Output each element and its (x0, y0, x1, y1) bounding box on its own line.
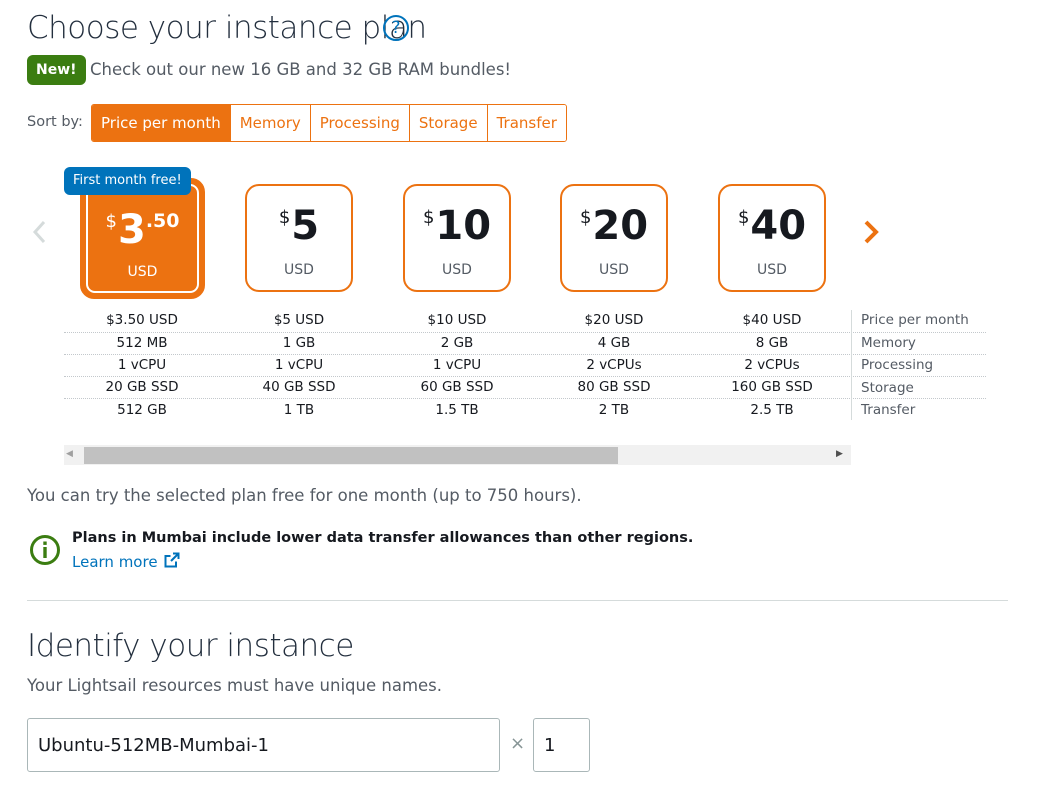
instance-count-input[interactable] (533, 718, 590, 772)
spec-row-divider (64, 398, 986, 399)
scroll-left-arrow-icon[interactable]: ◀ (66, 449, 73, 459)
learn-more-label: Learn more (72, 553, 158, 571)
chevron-left-icon[interactable] (30, 214, 48, 259)
spec-processing: 1 vCPU (117, 357, 167, 373)
sort-transfer-button[interactable]: Transfer (486, 105, 566, 141)
plan-currency: USD (127, 264, 158, 280)
spec-storage: 160 GB SSD (731, 379, 813, 395)
scroll-right-arrow-icon[interactable]: ▶ (836, 449, 843, 459)
price-cents: .50 (145, 210, 180, 232)
spec-storage: 20 GB SSD (105, 379, 179, 395)
plan-currency: USD (757, 262, 787, 278)
spec-storage: 40 GB SSD (262, 379, 336, 395)
section-divider (27, 600, 1008, 601)
spec-processing: 1 vCPU (432, 357, 482, 373)
spec-storage: 60 GB SSD (420, 379, 494, 395)
external-link-icon (164, 552, 180, 572)
spec-price: $10 USD (427, 312, 487, 328)
plan-price: $ 3 .50 (84, 204, 201, 256)
spec-label-processing: Processing (861, 357, 934, 373)
region-alert-text: Plans in Mumbai include lower data trans… (72, 530, 694, 546)
spec-transfer: 2.5 TB (750, 402, 794, 418)
sort-button-group: Price per month Memory Processing Storag… (91, 104, 567, 142)
plan-card-3-50[interactable]: $ 3 .50 USD (80, 178, 205, 299)
spec-price: $5 USD (273, 312, 325, 328)
new-badge: New! (27, 55, 86, 85)
spec-transfer: 1 TB (283, 402, 315, 418)
currency-symbol: $ (278, 207, 291, 228)
plan-card-20[interactable]: $ 20 USD (560, 184, 668, 292)
spec-price: $3.50 USD (106, 312, 178, 328)
plan-card-10[interactable]: $ 10 USD (403, 184, 511, 292)
plan-currency: USD (284, 262, 314, 278)
multiply-icon: × (510, 733, 526, 754)
price-amount: 3 (117, 207, 146, 253)
spec-label-storage: Storage (861, 380, 914, 396)
spec-row-divider (64, 332, 986, 333)
spec-price: $40 USD (742, 312, 802, 328)
first-month-free-badge: First month free! (64, 167, 191, 195)
announcement-text: Check out our new 16 GB and 32 GB RAM bu… (90, 60, 512, 79)
help-icon[interactable]: ? (383, 15, 409, 41)
trial-text: You can try the selected plan free for o… (27, 486, 582, 505)
plan-currency: USD (599, 262, 629, 278)
sort-label: Sort by: (27, 114, 83, 130)
chevron-right-icon[interactable] (860, 210, 886, 250)
currency-symbol: $ (105, 211, 117, 232)
identify-subtitle: Your Lightsail resources must have uniqu… (27, 676, 443, 695)
spec-memory: 1 GB (282, 335, 316, 351)
plan-price: $ 20 (562, 200, 666, 252)
spec-memory: 512 MB (116, 335, 168, 351)
spec-label-price: Price per month (861, 312, 969, 328)
sort-storage-button[interactable]: Storage (408, 105, 487, 141)
spec-processing: 2 vCPUs (586, 357, 642, 373)
currency-symbol: $ (422, 207, 435, 228)
price-amount: 10 (435, 203, 492, 249)
price-amount: 5 (291, 203, 320, 249)
learn-more-link[interactable]: Learn more (72, 552, 180, 572)
sort-price-button[interactable]: Price per month (92, 105, 230, 141)
spec-row-divider (64, 354, 986, 355)
spec-row-divider (64, 376, 986, 377)
spec-price: $20 USD (584, 312, 644, 328)
scrollbar-thumb[interactable] (84, 447, 618, 464)
plan-currency: USD (442, 262, 472, 278)
info-icon (29, 534, 61, 566)
plan-card-40[interactable]: $ 40 USD (718, 184, 826, 292)
spec-transfer: 1.5 TB (435, 402, 479, 418)
spec-label-transfer: Transfer (861, 402, 916, 418)
instance-name-input[interactable] (27, 718, 500, 772)
sort-processing-button[interactable]: Processing (309, 105, 409, 141)
spec-memory: 2 GB (440, 335, 474, 351)
plan-price: $ 10 (405, 200, 509, 252)
price-amount: 40 (750, 203, 807, 249)
page-title: Choose your instance plan (27, 10, 427, 46)
currency-symbol: $ (737, 207, 750, 228)
spec-processing: 1 vCPU (274, 357, 324, 373)
spec-label-memory: Memory (861, 335, 916, 351)
spec-transfer: 2 TB (598, 402, 630, 418)
sort-memory-button[interactable]: Memory (229, 105, 310, 141)
spec-transfer: 512 GB (117, 402, 167, 418)
price-amount: 20 (592, 203, 649, 249)
spec-storage: 80 GB SSD (577, 379, 651, 395)
currency-symbol: $ (579, 207, 592, 228)
plan-card-5[interactable]: $ 5 USD (245, 184, 353, 292)
spec-memory: 8 GB (755, 335, 789, 351)
plan-price: $ 5 (247, 200, 351, 252)
spec-processing: 2 vCPUs (744, 357, 800, 373)
spec-memory: 4 GB (597, 335, 631, 351)
identify-title: Identify your instance (27, 628, 354, 664)
plan-price: $ 40 (720, 200, 824, 252)
